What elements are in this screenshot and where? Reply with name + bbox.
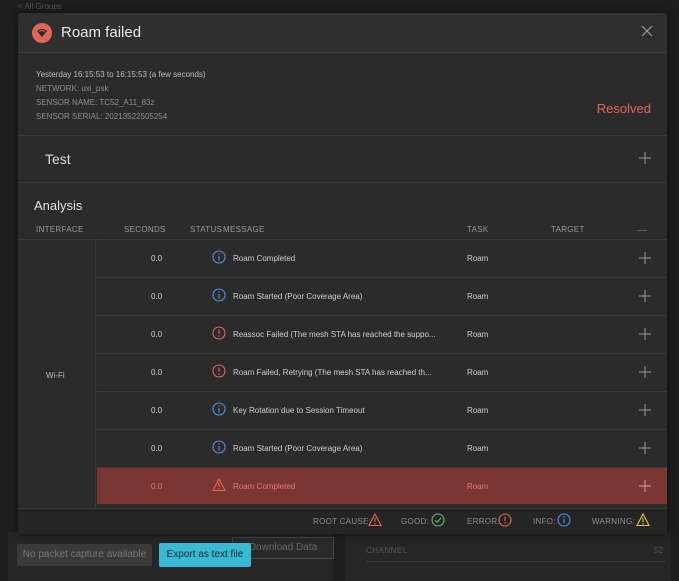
breadcrumb[interactable]: < All Groups xyxy=(18,2,62,11)
seconds-cell: 0.0 xyxy=(151,292,163,301)
plus-icon[interactable] xyxy=(639,480,651,496)
plus-icon[interactable] xyxy=(639,366,651,382)
message-cell: Roam Started (Poor Coverage Area) xyxy=(233,292,363,301)
seconds-cell: 0.0 xyxy=(151,368,163,377)
analysis-title: Analysis xyxy=(34,198,83,213)
background-panel-right xyxy=(345,532,671,581)
seconds-cell: 0.0 xyxy=(151,482,163,491)
message-cell: Reassoc Failed (The mesh STA has reached… xyxy=(233,330,436,339)
column-header-message: MESSAGE xyxy=(223,225,265,234)
table-row[interactable]: 0.0 Roam Started (Poor Coverage Area) Roam xyxy=(97,429,667,466)
seconds-cell: 0.0 xyxy=(151,254,163,263)
test-section[interactable]: Test xyxy=(18,137,667,183)
column-header-target: TARGET xyxy=(551,225,585,234)
modal-title: Roam failed xyxy=(61,24,142,41)
seconds-cell: 0.0 xyxy=(151,406,163,415)
task-cell: Roam xyxy=(467,292,489,301)
column-header-interface: INTERFACE xyxy=(36,225,84,234)
table-row[interactable]: 0.0 Roam Failed, Retrying (The mesh STA h… xyxy=(97,353,667,390)
channel-label: CHANNEL xyxy=(366,546,408,555)
time-range: Yesterday 16:15:53 to 16:15:53 (a few se… xyxy=(36,70,206,79)
legend-root-cause-label: ROOT CAUSE: xyxy=(313,517,372,526)
task-cell: Roam xyxy=(467,330,489,339)
table-row[interactable]: 0.0 Roam Started (Poor Coverage Area) Roam xyxy=(97,277,667,314)
test-label: Test xyxy=(45,151,71,167)
task-cell: Roam xyxy=(467,444,489,453)
sensor-name-info: SENSOR NAME: TC52_A11_83z xyxy=(36,98,155,107)
channel-value: 52 xyxy=(654,546,663,555)
message-cell: Roam Failed, Retrying (The mesh STA has … xyxy=(233,368,432,377)
export-text-file-button[interactable]: Export as text file xyxy=(159,543,251,567)
legend-bar: ROOT CAUSE: GOOD: ERROR: INFO: WARNING: xyxy=(18,508,667,534)
interface-cell: Wi-Fi xyxy=(18,239,96,508)
message-cell: Key Rotation due to Session Timeout xyxy=(233,406,365,415)
roam-failed-modal: Roam failed Yesterday 16:15:53 to 16:15:… xyxy=(18,13,667,534)
aruba-logo-icon xyxy=(32,23,52,43)
table-row[interactable]: 0.0 Reassoc Failed (The mesh STA has reac… xyxy=(97,315,667,352)
close-icon[interactable] xyxy=(639,25,655,41)
warning-triangle-icon xyxy=(212,477,226,492)
channel-chart-line xyxy=(366,561,666,562)
check-circle-icon xyxy=(431,513,445,527)
table-row[interactable]: 0.0 Roam Completed Roam xyxy=(97,239,667,276)
legend-warning-label: WARNING: xyxy=(592,517,635,526)
column-header-seconds: SECONDS xyxy=(124,225,166,234)
network-info: NETWORK: uxi_psk xyxy=(36,84,109,93)
warning-triangle-icon xyxy=(368,512,382,527)
analysis-table: Wi-Fi 0.0 Roam Completed Roam 0.0 Roam Start… xyxy=(18,239,667,508)
plus-icon[interactable] xyxy=(639,252,651,268)
message-cell: Roam Completed xyxy=(233,482,296,491)
seconds-cell: 0.0 xyxy=(151,444,163,453)
modal-header: Roam failed xyxy=(18,13,667,53)
info-circle-icon xyxy=(212,402,226,416)
task-cell: Roam xyxy=(467,406,489,415)
plus-icon[interactable] xyxy=(639,328,651,344)
error-circle-icon xyxy=(212,326,226,340)
task-cell: Roam xyxy=(467,482,489,491)
interface-label: Wi-Fi xyxy=(46,371,65,380)
error-circle-icon xyxy=(498,513,512,527)
table-row[interactable]: 0.0 Roam Completed Roam xyxy=(97,467,667,504)
status-badge: Resolved xyxy=(596,101,651,116)
legend-error-label: ERROR: xyxy=(467,517,500,526)
info-circle-icon xyxy=(557,513,571,527)
plus-icon[interactable] xyxy=(639,152,651,168)
seconds-cell: 0.0 xyxy=(151,330,163,339)
legend-info-label: INFO: xyxy=(533,517,556,526)
event-summary: Yesterday 16:15:53 to 16:15:53 (a few se… xyxy=(18,54,667,136)
legend-good-label: GOOD: xyxy=(401,517,430,526)
sensor-serial-info: SENSOR SERIAL: 20213522505254 xyxy=(36,112,168,121)
info-circle-icon xyxy=(212,288,226,302)
error-circle-icon xyxy=(212,364,226,378)
message-cell: Roam Started (Poor Coverage Area) xyxy=(233,444,363,453)
task-cell: Roam xyxy=(467,368,489,377)
plus-icon[interactable] xyxy=(639,290,651,306)
task-cell: Roam xyxy=(467,254,489,263)
collapse-all-icon[interactable] xyxy=(637,230,647,231)
no-packet-capture-button: No packet capture available xyxy=(17,544,152,566)
message-cell: Roam Completed xyxy=(233,254,296,263)
plus-icon[interactable] xyxy=(639,404,651,420)
plus-icon[interactable] xyxy=(639,442,651,458)
info-circle-icon xyxy=(212,440,226,454)
info-circle-icon xyxy=(212,250,226,264)
column-header-task: TASK xyxy=(467,225,489,234)
warning-triangle-icon xyxy=(636,512,650,527)
column-header-status: STATUS xyxy=(190,225,223,234)
table-row[interactable]: 0.0 Key Rotation due to Session Timeout Ro… xyxy=(97,391,667,428)
